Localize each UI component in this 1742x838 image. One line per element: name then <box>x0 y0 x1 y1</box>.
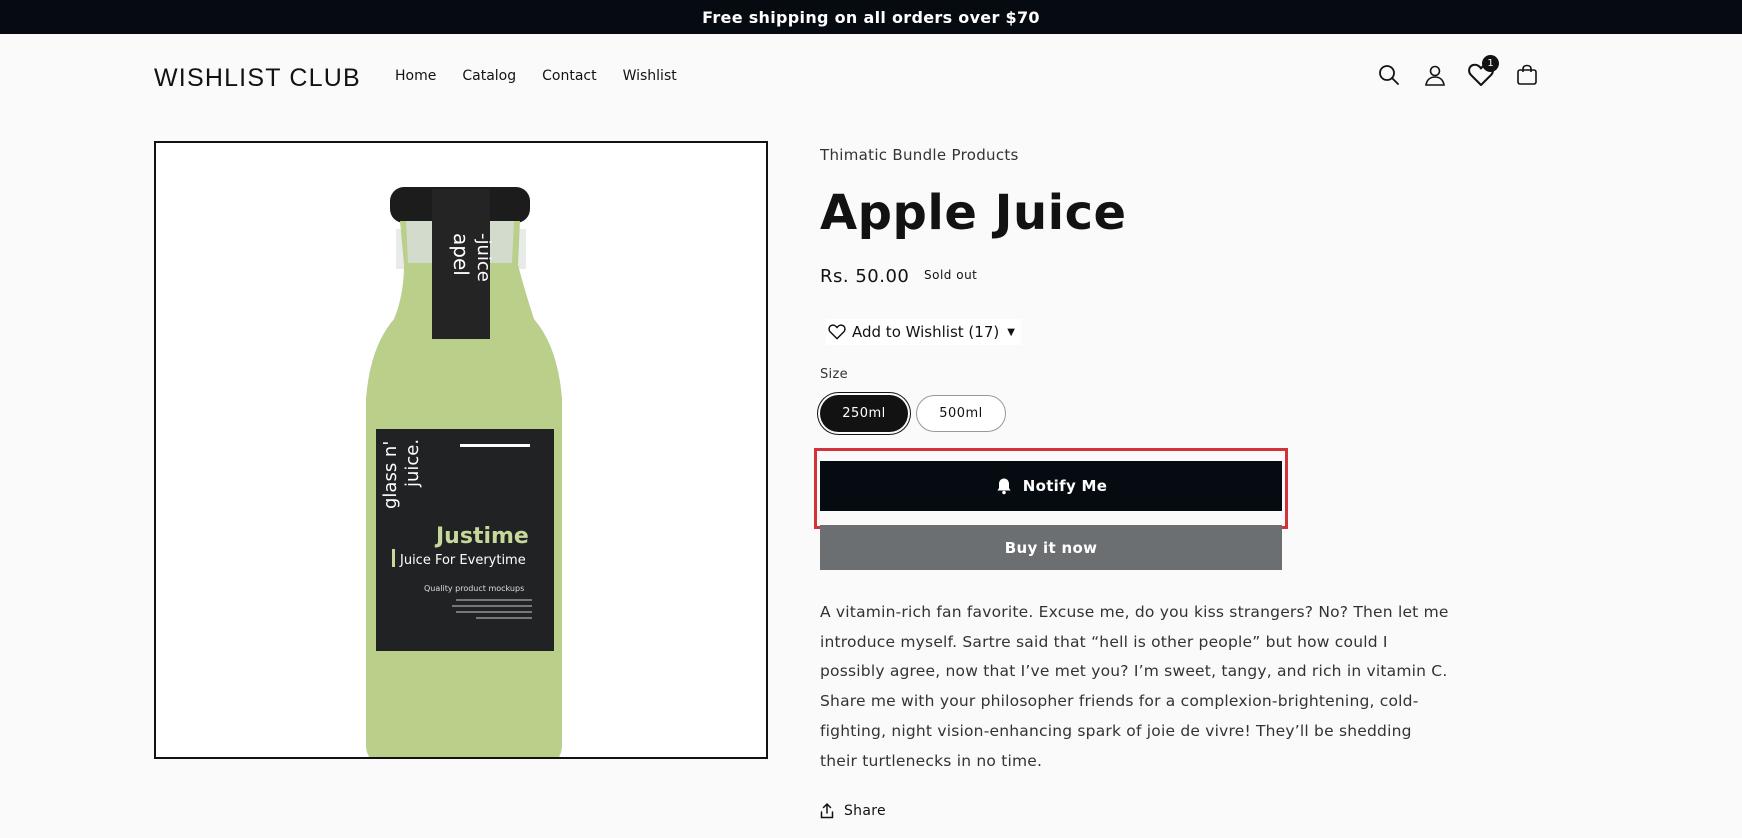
site-logo[interactable]: WISHLIST CLUB <box>154 64 361 93</box>
bell-icon <box>997 478 1011 495</box>
add-to-wishlist-label: Add to Wishlist (17) <box>852 323 1000 341</box>
bottle-tagline: Juice For Everytime <box>399 553 526 568</box>
notify-me-button[interactable]: Notify Me <box>820 461 1282 511</box>
product-image[interactable]: apel -juice glass n' juice. Justime Juic… <box>154 141 768 759</box>
size-option-250ml[interactable]: 250ml <box>820 395 908 432</box>
product-price: Rs. 50.00 <box>820 266 910 287</box>
share-label: Share <box>844 803 886 819</box>
size-label: Size <box>820 367 848 382</box>
bottle-small-text: Quality product mockups <box>424 584 524 593</box>
chevron-down-icon: ▼ <box>1007 326 1015 338</box>
bottle-brand-label-2: juice. <box>402 439 423 488</box>
share-icon <box>820 803 834 819</box>
size-option-500ml[interactable]: 500ml <box>916 395 1006 432</box>
product-description: A vitamin-rich fan favorite. Excuse me, … <box>820 603 1449 770</box>
wishlist-count-badge: 1 <box>1482 55 1499 72</box>
bottle-cap-label-2: -juice <box>473 233 494 282</box>
account-icon[interactable] <box>1422 62 1448 88</box>
bottle-brand-label: glass n' <box>380 441 401 509</box>
nav-home[interactable]: Home <box>395 68 436 84</box>
nav-catalog[interactable]: Catalog <box>462 68 516 84</box>
heart-outline-icon <box>828 324 846 340</box>
add-to-wishlist-button[interactable]: Add to Wishlist (17) ▼ <box>826 319 1021 345</box>
size-options: 250ml 500ml <box>820 395 1006 432</box>
notify-me-label: Notify Me <box>1022 477 1108 495</box>
announcement-bar: Free shipping on all orders over $70 <box>0 0 1742 34</box>
wishlist-heart-icon[interactable]: 1 <box>1468 55 1499 88</box>
sold-out-badge: Sold out <box>924 268 978 282</box>
bottle-product-name: Justime <box>434 524 529 549</box>
header-icons: 1 <box>1376 55 1540 88</box>
product-vendor: Thimatic Bundle Products <box>820 146 1019 164</box>
product-title: Apple Juice <box>820 185 1127 241</box>
cart-icon[interactable] <box>1514 62 1540 88</box>
share-button[interactable]: Share <box>820 803 886 819</box>
main-nav: Home Catalog Contact Wishlist <box>395 68 677 84</box>
site-header: WISHLIST CLUB Home Catalog Contact Wishl… <box>0 34 1742 120</box>
nav-contact[interactable]: Contact <box>542 68 596 84</box>
bottle-cap-label: apel <box>449 233 473 276</box>
search-icon[interactable] <box>1376 62 1402 88</box>
buy-it-now-button[interactable]: Buy it now <box>820 525 1282 570</box>
nav-wishlist[interactable]: Wishlist <box>623 68 677 84</box>
announcement-text: Free shipping on all orders over $70 <box>702 7 1040 27</box>
